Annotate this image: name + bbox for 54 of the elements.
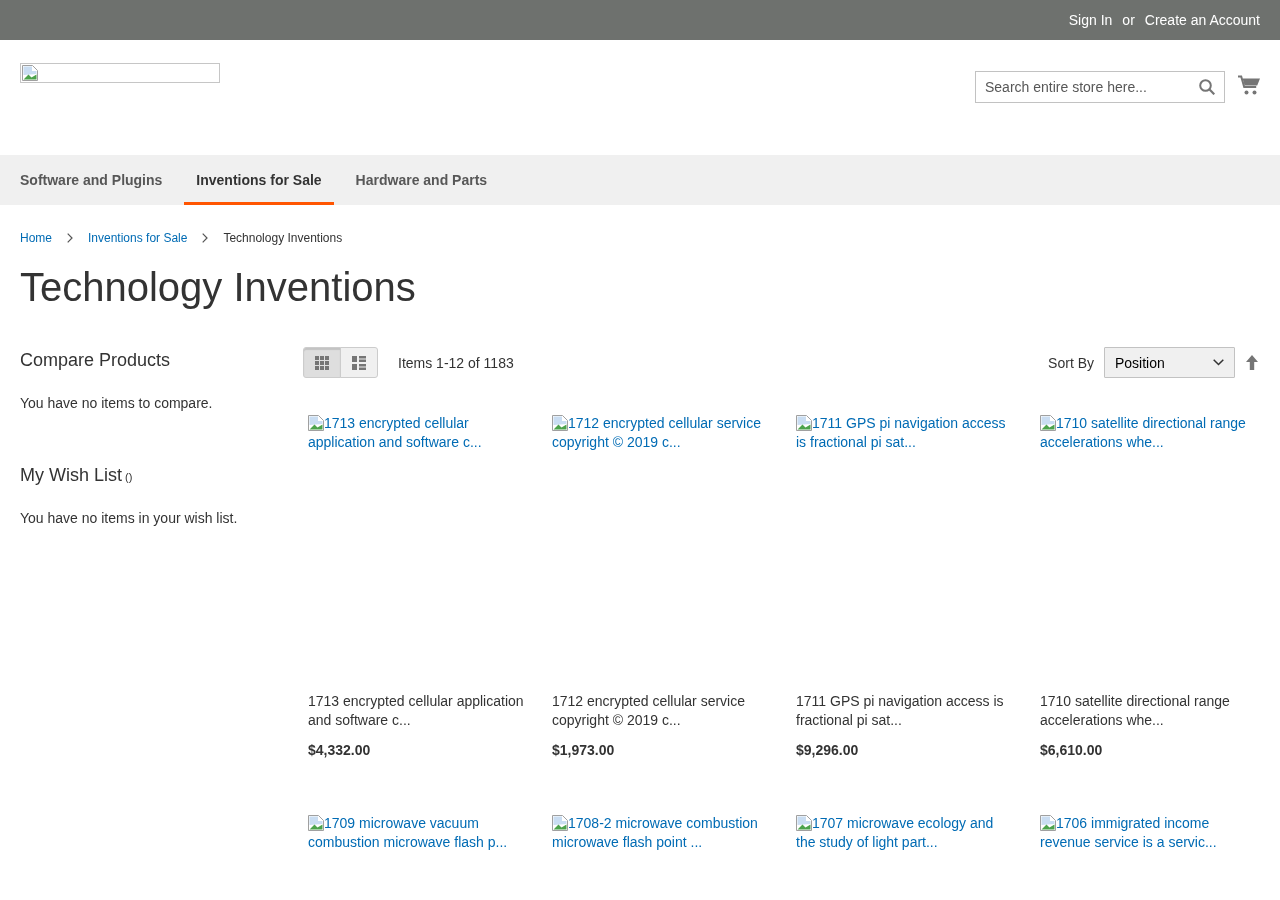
- category-tab[interactable]: Software and Plugins: [8, 155, 175, 205]
- block-title: My Wish List: [20, 464, 122, 487]
- items-count-text: Items 1-12 of 1183: [398, 353, 514, 373]
- breadcrumb-current: Technology Inventions: [223, 230, 343, 247]
- create-account-link[interactable]: Create an Account: [1144, 11, 1260, 29]
- chevron-down-icon: [1213, 359, 1224, 366]
- broken-image-icon: [796, 815, 812, 831]
- image-alt-link[interactable]: 1711 GPS pi navigation access is fractional pi sat...: [796, 414, 1016, 452]
- broken-image-icon: [308, 415, 324, 431]
- product-name-link[interactable]: 1710 satellite directional range accelerations whe...: [1040, 692, 1260, 730]
- empty-message: You have no items to compare.: [20, 394, 214, 413]
- product-price: $9,296.00: [796, 741, 860, 760]
- list-icon: [352, 355, 366, 370]
- product-price: $6,610.00: [1040, 741, 1104, 760]
- broken-image-icon: [1040, 815, 1056, 831]
- image-alt-link[interactable]: 1707 microwave ecology and the study of light part...: [796, 814, 1016, 852]
- search-field[interactable]: Search entire store here...: [975, 71, 1225, 103]
- block-title: Compare Products: [20, 349, 172, 372]
- image-alt-link[interactable]: 1709 microwave vacuum combustion microwave flash p...: [308, 814, 528, 852]
- sort-by-label: Sort By: [1048, 353, 1094, 373]
- cart-icon[interactable]: [1238, 75, 1260, 95]
- image-alt-link[interactable]: 1710 satellite directional range accelerations whe...: [1040, 414, 1260, 452]
- chevron-right-icon: [67, 233, 73, 243]
- empty-message: You have no items in your wish list.: [20, 509, 239, 528]
- product-name-link[interactable]: 1711 GPS pi navigation access is fractional pi sat...: [796, 692, 1016, 730]
- image-alt-link[interactable]: 1708-2 microwave combustion microwave flash point ...: [552, 814, 772, 852]
- image-alt-link[interactable]: 1706 immigrated income revenue service is a servic...: [1040, 814, 1260, 852]
- broken-image-icon: [22, 65, 38, 81]
- sign-in-link[interactable]: Sign In: [1068, 11, 1113, 29]
- image-alt-link[interactable]: 1712 encrypted cellular service copyright © 2019 c...: [552, 414, 772, 452]
- grid-icon: [315, 355, 329, 370]
- breadcrumb-link[interactable]: Inventions for Sale: [88, 229, 188, 247]
- arrow-up-icon[interactable]: [1246, 355, 1258, 370]
- sort-select[interactable]: Position: [1104, 347, 1235, 378]
- search-icon[interactable]: [1199, 79, 1215, 95]
- product-name-link[interactable]: 1712 encrypted cellular service copyright © 2019 c...: [552, 692, 772, 730]
- page-title: Technology Inventions: [20, 264, 417, 311]
- category-tab[interactable]: Hardware and Parts: [343, 155, 500, 205]
- broken-image-icon: [308, 815, 324, 831]
- image-alt-link[interactable]: 1713 encrypted cellular application and software c...: [308, 414, 528, 452]
- product-price: $1,973.00: [552, 741, 616, 760]
- wishlist-counter: (): [125, 470, 133, 484]
- broken-image-icon: [1040, 415, 1056, 431]
- separator-text: or: [1122, 11, 1135, 29]
- category-tab[interactable]: Inventions for Sale: [184, 155, 334, 205]
- broken-image-icon: [552, 815, 568, 831]
- product-price: $4,332.00: [308, 741, 372, 760]
- view-mode-button[interactable]: [303, 347, 341, 378]
- chevron-right-icon: [202, 233, 209, 243]
- view-mode-button[interactable]: [340, 347, 378, 378]
- breadcrumb-link[interactable]: Home: [20, 229, 52, 247]
- broken-image-icon: [552, 415, 568, 431]
- product-name-link[interactable]: 1713 encrypted cellular application and software c...: [308, 692, 528, 730]
- broken-image-icon: [796, 415, 812, 431]
